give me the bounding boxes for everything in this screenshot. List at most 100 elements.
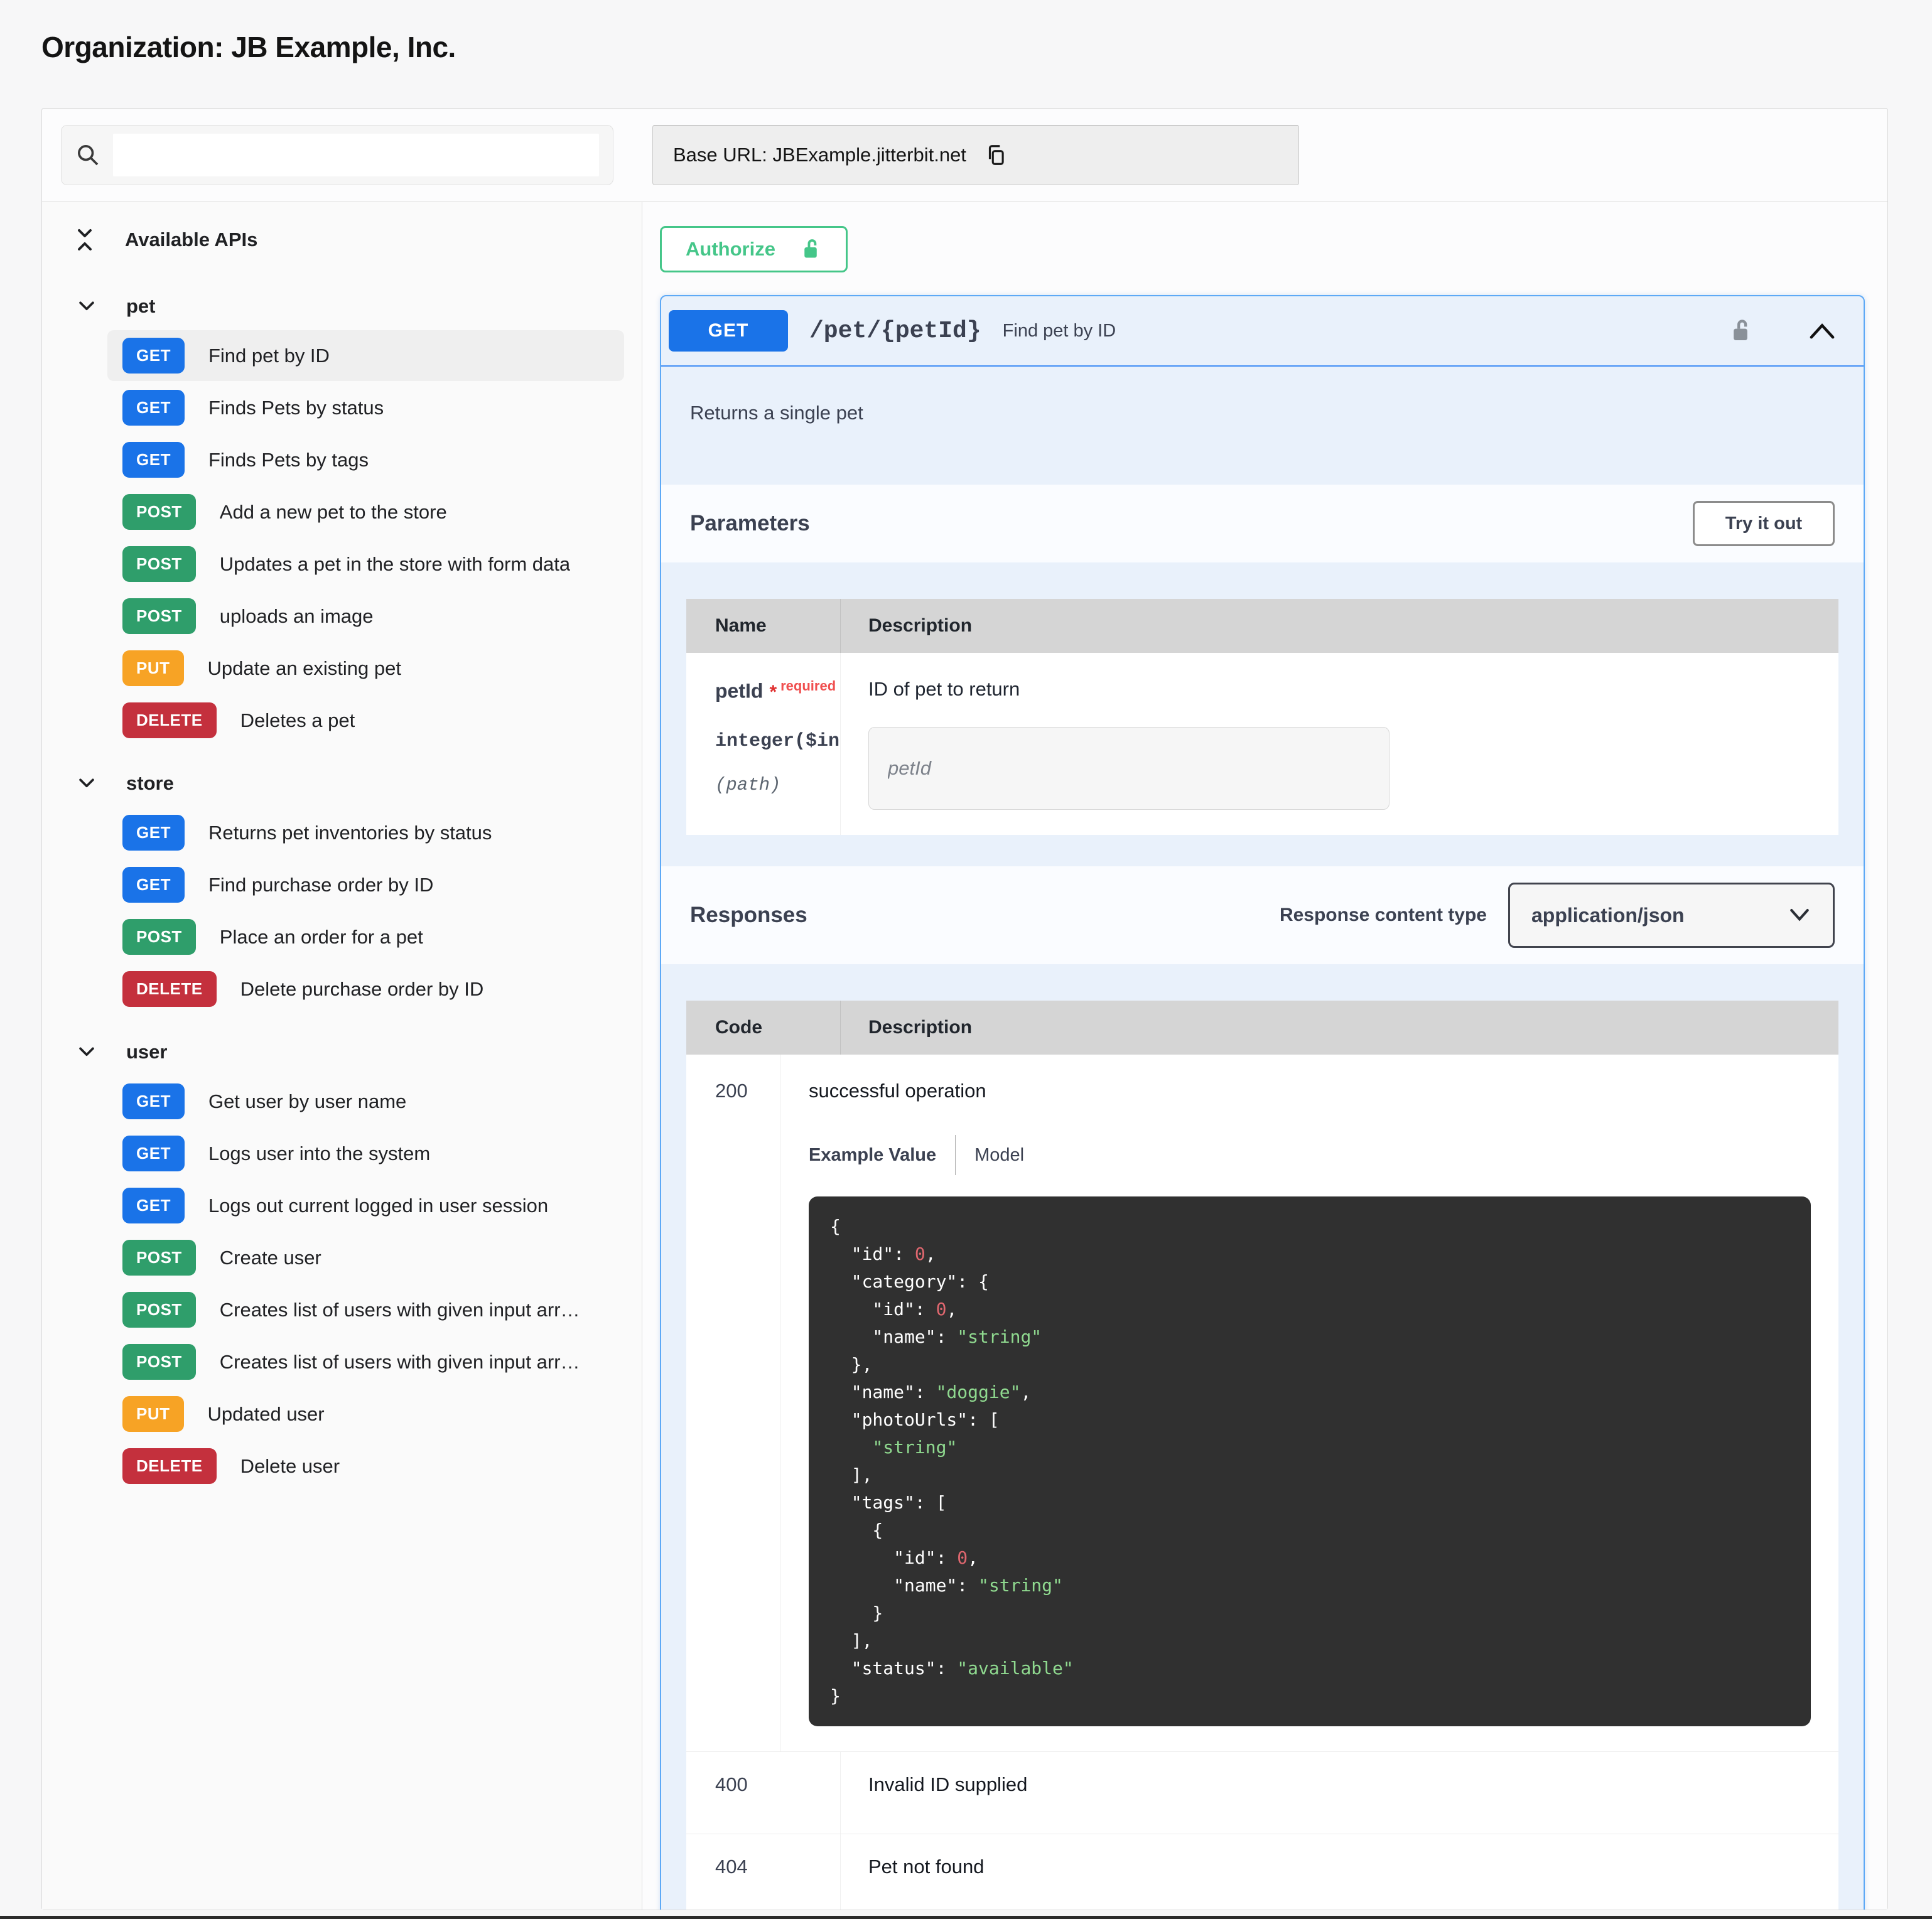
method-badge: PUT bbox=[122, 650, 184, 686]
group-label: user bbox=[126, 1041, 167, 1063]
param-name: petId*required bbox=[715, 678, 840, 703]
api-item-label: Update an existing pet bbox=[208, 657, 402, 680]
api-item-label: Finds Pets by status bbox=[208, 397, 384, 419]
api-item[interactable]: POST Create user bbox=[107, 1232, 624, 1283]
method-badge: GET bbox=[122, 1188, 185, 1223]
api-item-label: Create user bbox=[220, 1247, 321, 1269]
api-item-label: Logs user into the system bbox=[208, 1142, 430, 1165]
col-name: Name bbox=[686, 599, 841, 653]
required-star: * bbox=[769, 682, 777, 702]
api-item[interactable]: PUT Updated user bbox=[107, 1389, 624, 1439]
unlock-icon bbox=[799, 235, 822, 263]
group-items: GET Returns pet inventories by status GE… bbox=[72, 807, 624, 1014]
tab-example-value[interactable]: Example Value bbox=[809, 1145, 936, 1166]
main-panel: Authorize GET /pet/{petId} Find pet by I… bbox=[642, 202, 1887, 1910]
api-item[interactable]: GET Logs user into the system bbox=[107, 1128, 624, 1179]
api-item-label: Finds Pets by tags bbox=[208, 449, 369, 471]
api-item-label: Returns pet inventories by status bbox=[208, 822, 492, 844]
api-item[interactable]: GET Find pet by ID bbox=[107, 330, 624, 381]
responses-table: Code Description 200 successful operatio… bbox=[686, 1001, 1838, 1910]
search-box bbox=[61, 125, 613, 185]
api-item[interactable]: GET Get user by user name bbox=[107, 1076, 624, 1127]
api-item-label: Updated user bbox=[208, 1403, 325, 1426]
api-group-header[interactable]: store bbox=[72, 767, 624, 806]
api-group-header[interactable]: pet bbox=[72, 290, 624, 329]
required-label: required bbox=[780, 678, 836, 694]
example-tabs: Example Value Model bbox=[809, 1135, 1811, 1175]
api-group-header[interactable]: user bbox=[72, 1036, 624, 1075]
api-item-label: Delete user bbox=[240, 1455, 340, 1478]
sidebar-header: Available APIs bbox=[72, 220, 624, 269]
copy-icon[interactable] bbox=[984, 143, 1008, 167]
page-title: Organization: JB Example, Inc. bbox=[0, 0, 1932, 64]
base-url-box: Base URL: JBExample.jitterbit.net bbox=[652, 125, 1299, 185]
example-code: { "id": 0, "category": { "id": 0, "name"… bbox=[809, 1196, 1811, 1726]
base-url-label: Base URL: JBExample.jitterbit.net bbox=[673, 144, 966, 166]
authorize-button[interactable]: Authorize bbox=[660, 226, 848, 272]
try-it-out-button[interactable]: Try it out bbox=[1693, 501, 1835, 546]
authorize-label: Authorize bbox=[686, 238, 775, 261]
search-input[interactable] bbox=[113, 134, 599, 176]
method-badge: DELETE bbox=[122, 971, 217, 1007]
api-item-label: Deletes a pet bbox=[240, 709, 355, 732]
tab-model[interactable]: Model bbox=[974, 1145, 1024, 1166]
chevron-down-icon bbox=[76, 776, 97, 791]
api-item[interactable]: GET Finds Pets by status bbox=[107, 382, 624, 433]
operation-description: Returns a single pet bbox=[661, 367, 1864, 485]
collapse-operation-icon[interactable] bbox=[1807, 321, 1837, 341]
auth-lock-icon[interactable] bbox=[1728, 316, 1753, 346]
method-badge: GET bbox=[122, 338, 185, 374]
api-item-label: Get user by user name bbox=[208, 1090, 406, 1113]
api-item[interactable]: POST uploads an image bbox=[107, 591, 624, 642]
content-type-value: application/json bbox=[1531, 904, 1788, 927]
tab-separator bbox=[955, 1135, 956, 1175]
response-content-type-select[interactable]: application/json bbox=[1508, 883, 1835, 948]
api-item-label: Logs out current logged in user session bbox=[208, 1195, 548, 1217]
api-item-label: Delete purchase order by ID bbox=[240, 978, 484, 1001]
api-item-label: Updates a pet in the store with form dat… bbox=[220, 553, 570, 576]
responses-section: Code Description 200 successful operatio… bbox=[661, 964, 1864, 1910]
api-item[interactable]: GET Returns pet inventories by status bbox=[107, 807, 624, 858]
api-item[interactable]: POST Updates a pet in the store with for… bbox=[107, 539, 624, 589]
response-content-type-label: Response content type bbox=[1280, 905, 1487, 926]
api-item[interactable]: POST Creates list of users with given in… bbox=[107, 1336, 624, 1387]
operation-panel: GET /pet/{petId} Find pet by ID bbox=[660, 295, 1865, 1910]
method-badge: POST bbox=[122, 598, 196, 634]
sidebar-title: Available APIs bbox=[125, 228, 257, 251]
api-item[interactable]: DELETE Delete purchase order by ID bbox=[107, 964, 624, 1014]
param-type: integer($int64) bbox=[715, 731, 840, 752]
api-group: user GET Get user by user name GET Logs … bbox=[72, 1036, 624, 1492]
group-label: store bbox=[126, 772, 174, 795]
chevron-down-icon bbox=[1788, 907, 1811, 923]
api-item[interactable]: POST Creates list of users with given in… bbox=[107, 1284, 624, 1335]
api-item[interactable]: GET Logs out current logged in user sess… bbox=[107, 1180, 624, 1231]
api-item[interactable]: DELETE Delete user bbox=[107, 1441, 624, 1492]
api-item[interactable]: GET Find purchase order by ID bbox=[107, 859, 624, 910]
op-summary: Find pet by ID bbox=[1003, 321, 1116, 341]
api-item-label: uploads an image bbox=[220, 605, 374, 628]
window-bottom-edge bbox=[0, 1916, 1932, 1919]
petid-input[interactable] bbox=[868, 727, 1390, 810]
api-item[interactable]: POST Place an order for a pet bbox=[107, 911, 624, 962]
content-split: Available APIs pet GET Find pet by ID GE… bbox=[42, 202, 1887, 1910]
group-label: pet bbox=[126, 295, 156, 318]
api-group: store GET Returns pet inventories by sta… bbox=[72, 767, 624, 1014]
search-icon bbox=[75, 142, 100, 168]
api-item-label: Creates list of users with given input a… bbox=[220, 1299, 580, 1321]
response-description: successful operation bbox=[809, 1080, 1811, 1102]
api-item[interactable]: POST Add a new pet to the store bbox=[107, 486, 624, 537]
api-portal-container: Base URL: JBExample.jitterbit.net Availa… bbox=[41, 108, 1888, 1910]
collapse-all-icon[interactable] bbox=[73, 227, 96, 252]
method-badge: GET bbox=[122, 390, 185, 426]
parameters-table: Name Description petId*required integer(… bbox=[686, 599, 1838, 835]
response-code: 404 bbox=[715, 1856, 840, 1878]
op-method-badge: GET bbox=[669, 310, 788, 352]
api-item-label: Find pet by ID bbox=[208, 345, 330, 367]
method-badge: POST bbox=[122, 1240, 196, 1276]
operation-header[interactable]: GET /pet/{petId} Find pet by ID bbox=[661, 296, 1864, 367]
response-description: Pet not found bbox=[868, 1856, 1811, 1878]
api-item[interactable]: DELETE Deletes a pet bbox=[107, 695, 624, 746]
api-item[interactable]: GET Finds Pets by tags bbox=[107, 434, 624, 485]
group-items: GET Get user by user name GET Logs user … bbox=[72, 1076, 624, 1492]
api-item[interactable]: PUT Update an existing pet bbox=[107, 643, 624, 694]
